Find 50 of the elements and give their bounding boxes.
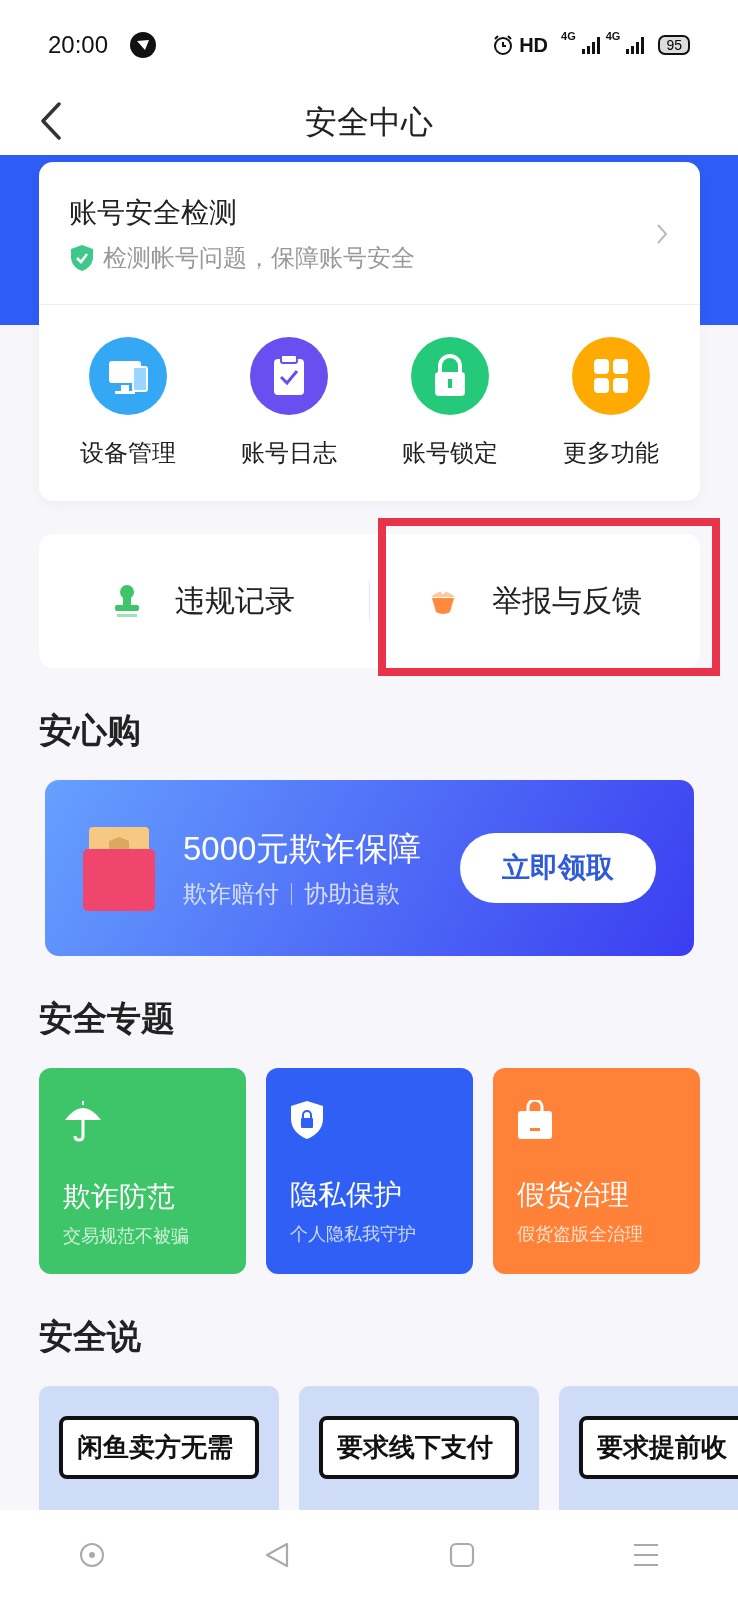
shield-check-icon — [69, 244, 95, 272]
hd-indicator: HD — [519, 33, 549, 57]
topic-card[interactable]: 隐私保护 个人隐私我守护 — [266, 1068, 473, 1274]
topic-title: 隐私保护 — [290, 1178, 402, 1212]
signal-icon — [580, 35, 601, 55]
topic-subtitle: 假货盗版全治理 — [517, 1223, 643, 1246]
record-entry[interactable]: 违规记录 — [39, 534, 369, 668]
quick-action[interactable]: 设备管理 — [79, 337, 176, 469]
assistant-icon[interactable] — [79, 1542, 105, 1568]
stamp-icon — [113, 584, 141, 618]
topic-subtitle: 交易规范不被骗 — [63, 1225, 189, 1248]
topic-title: 假货治理 — [517, 1178, 629, 1212]
article-caption: 闲鱼卖方无需 — [59, 1416, 259, 1479]
account-check-row[interactable]: 账号安全检测 检测帐号问题，保障账号安全 — [39, 162, 700, 305]
signal-icon — [625, 35, 646, 55]
section-heading: 安全说 — [39, 1316, 141, 1357]
shopping-bag-icon — [517, 1100, 553, 1140]
claim-button[interactable]: 立即领取 — [460, 833, 656, 903]
article-card[interactable]: 闲鱼卖方无需 — [39, 1386, 279, 1510]
network-type: 4G — [605, 29, 621, 42]
alarm-icon — [492, 34, 515, 56]
article-card[interactable]: 要求提前收 — [559, 1386, 738, 1510]
article-caption: 要求线下支付 — [319, 1416, 519, 1479]
banner-tag: 协助追款 — [304, 877, 400, 910]
page-title: 安全中心 — [305, 102, 433, 142]
topic-subtitle: 个人隐私我守护 — [290, 1223, 416, 1246]
battery-indicator: 95 — [658, 35, 690, 55]
topic-title: 欺诈防范 — [63, 1180, 175, 1214]
banner-title: 5000元欺诈保障 — [183, 828, 423, 869]
status-time: 20:00 — [48, 31, 109, 59]
umbrella-icon — [63, 1100, 103, 1142]
shield-lock-icon — [290, 1100, 324, 1140]
network-type: 4G — [561, 29, 576, 42]
quick-action[interactable]: 账号日志 — [240, 337, 337, 469]
home-nav-icon[interactable] — [449, 1542, 475, 1568]
article-caption: 要求提前收 — [579, 1416, 738, 1479]
article-card[interactable]: 要求线下支付 — [299, 1386, 539, 1510]
section-heading: 安全专题 — [39, 998, 175, 1039]
check-subtitle: 检测帐号问题，保障账号安全 — [103, 243, 415, 273]
back-icon[interactable] — [40, 102, 62, 140]
check-title: 账号安全检测 — [69, 196, 238, 230]
menu-icon[interactable] — [633, 1543, 659, 1567]
app-notification-icon — [130, 32, 157, 58]
banner-tag: 欺诈赔付 — [183, 877, 279, 910]
back-nav-icon[interactable] — [263, 1541, 291, 1569]
chevron-right-icon — [656, 223, 668, 245]
section-heading: 安心购 — [39, 710, 141, 751]
quick-action[interactable]: 账号锁定 — [402, 337, 499, 469]
quick-action[interactable]: 更多功能 — [563, 337, 660, 469]
record-entry[interactable]: 举报与反馈 — [370, 534, 700, 668]
